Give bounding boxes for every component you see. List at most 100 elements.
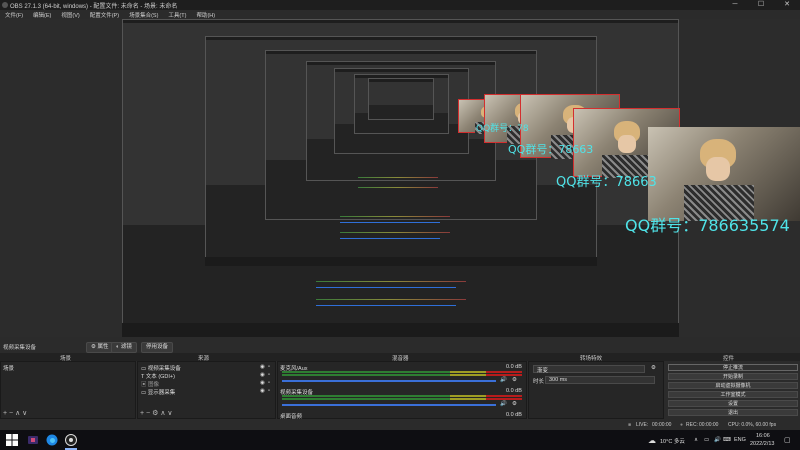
lock-icon[interactable]: ▫ — [268, 364, 270, 370]
add-scene-icon[interactable]: + — [3, 410, 7, 417]
filters-button[interactable]: ◐ 滤镜 — [111, 342, 137, 353]
volume-icon[interactable]: 🔊 — [714, 437, 721, 443]
move-down-icon[interactable]: ∨ — [167, 410, 172, 417]
volume-slider[interactable] — [282, 404, 496, 406]
mixer-channel-name: 桌面音频 — [280, 414, 303, 420]
scenes-toolbar: + − ∧ ∨ — [3, 409, 27, 417]
scene-item[interactable]: 场景 — [3, 364, 14, 372]
menu-file[interactable]: 文件(F) — [0, 10, 28, 19]
deactivate-device-button[interactable]: 停用设备 — [141, 342, 174, 353]
rec-time: 00:00:00 — [699, 422, 719, 428]
remove-source-icon[interactable]: − — [146, 410, 150, 417]
minimize-button[interactable]: ─ — [722, 0, 748, 10]
lock-icon[interactable]: ▫ — [268, 380, 270, 386]
remove-scene-icon[interactable]: − — [9, 410, 13, 417]
live-label: LIVE: — [636, 422, 649, 428]
overlay-text-nested-3: QQ群号：78663 — [508, 143, 594, 156]
sources-panel: ▭ 视频采集设备 T 文本 (GDI+) ▣ 图像 ▭ 显示器采集 ◉ ▫ ◉ … — [137, 361, 276, 419]
duration-label: 时长 — [533, 379, 545, 385]
source-item[interactable]: ▭ 显示器采集 — [141, 388, 175, 396]
keyboard-icon[interactable]: ⌨ — [723, 437, 731, 443]
nested-capture-frame-7 — [368, 78, 434, 120]
obs-taskbar-icon[interactable] — [65, 434, 77, 450]
source-item[interactable]: ▣ 图像 — [141, 380, 159, 388]
exit-button[interactable]: 退出 — [668, 409, 798, 416]
add-source-icon[interactable]: + — [140, 410, 144, 417]
rec-indicator-icon: ● — [680, 422, 684, 428]
move-up-icon[interactable]: ∧ — [160, 410, 165, 417]
clock-time[interactable]: 16:06 — [756, 433, 770, 439]
menu-help[interactable]: 帮助(H) — [191, 10, 220, 19]
gear-icon[interactable]: ⚙ — [512, 401, 517, 407]
network-icon[interactable]: ▭ — [704, 437, 709, 443]
tray-expand-icon[interactable]: ∧ — [694, 437, 698, 443]
visibility-eye-icon[interactable]: ◉ — [260, 372, 265, 378]
live-time: 00:00:00 — [652, 422, 672, 428]
weather-icon: ☁ — [648, 436, 656, 445]
clock-date[interactable]: 2022/2/13 — [750, 441, 774, 447]
duration-input[interactable]: 300 ms — [545, 376, 655, 384]
lock-icon[interactable]: ▫ — [268, 388, 270, 394]
scenes-panel: 场景 + − ∧ ∨ — [0, 361, 136, 419]
volume-meter — [282, 371, 522, 373]
speaker-icon[interactable]: 🔊 — [500, 401, 507, 407]
studio-mode-button[interactable]: 工作室模式 — [668, 391, 798, 398]
transitions-panel: 渐变 ⚙ 时长 300 ms — [528, 361, 664, 419]
visibility-eye-icon[interactable]: ◉ — [260, 388, 265, 394]
window-title: OBS 27.1.3 (64-bit, windows) - 配置文件: 未命名… — [10, 4, 178, 10]
window-controls: ─ ☐ ✕ — [722, 0, 800, 10]
volume-meter — [282, 374, 522, 376]
cpu-fps: CPU: 0.0%, 60.00 fps — [728, 422, 777, 428]
windows-taskbar: ☁ 10°C 多云 ∧ ▭ 🔊 ⌨ ENG 16:06 2022/2/13 ▢ — [0, 430, 800, 450]
filter-icon: ◐ — [116, 344, 120, 350]
properties-button[interactable]: ⚙ 属性 — [86, 342, 114, 353]
status-bar: ■ LIVE: 00:00:00 ● REC: 00:00:00 CPU: 0.… — [0, 421, 800, 429]
source-toolbar: 视频采集设备 ⚙ 属性 ◐ 滤镜 停用设备 — [0, 341, 800, 353]
mixer-channel-db: 0.0 dB — [506, 412, 522, 418]
menu-edit[interactable]: 编辑(E) — [28, 10, 56, 19]
source-item[interactable]: T 文本 (GDI+) — [141, 372, 175, 380]
preview-canvas[interactable]: QQ群号：78 QQ群号：78663 QQ群号：78663 QQ群号：78663… — [0, 19, 800, 337]
move-down-icon[interactable]: ∨ — [22, 410, 27, 417]
windows-start-icon[interactable] — [6, 434, 18, 446]
speaker-icon[interactable]: 🔊 — [500, 377, 507, 383]
source-item[interactable]: ▭ 视频采集设备 — [141, 364, 181, 372]
visibility-eye-icon[interactable]: ◉ — [260, 364, 265, 370]
transition-select[interactable]: 渐变 — [533, 365, 645, 374]
gear-icon[interactable]: ⚙ — [512, 377, 517, 383]
overlay-text-nested-4: QQ群号：78 — [476, 124, 529, 134]
sources-toolbar: + − ⚙ ∧ ∨ — [140, 409, 173, 417]
edge-browser-icon[interactable] — [46, 434, 58, 446]
settings-button[interactable]: 设置 — [668, 400, 798, 407]
weather-text[interactable]: 10°C 多云 — [660, 437, 685, 445]
visibility-eye-icon[interactable]: ◉ — [260, 380, 265, 386]
overlay-text: QQ群号：786635574 — [625, 216, 790, 235]
volume-meter — [282, 395, 522, 397]
controls-dock-title: 控件 — [723, 356, 735, 362]
live-indicator-icon: ■ — [628, 422, 632, 428]
start-recording-button[interactable]: 开始录制 — [668, 373, 798, 380]
maximize-button[interactable]: ☐ — [748, 0, 774, 10]
gear-icon[interactable]: ⚙ — [152, 410, 158, 417]
webcam-feed — [648, 127, 800, 221]
notification-icon[interactable]: ▢ — [784, 436, 791, 444]
mixer-channel-db: 0.0 dB — [506, 388, 522, 394]
mixer-channel-db: 0.0 dB — [506, 364, 522, 370]
menu-profile[interactable]: 配置文件(P) — [85, 10, 124, 19]
monitor-icon: ▭ — [141, 390, 147, 396]
move-up-icon[interactable]: ∧ — [15, 410, 20, 417]
video-app-icon[interactable] — [27, 434, 39, 446]
gear-icon[interactable]: ⚙ — [651, 365, 656, 371]
overlay-text-nested-2: QQ群号：78663 — [556, 175, 657, 190]
audio-mixer-panel: 麦克风/Aux 0.0 dB 🔊 ⚙ 视频采集设备 0.0 dB 🔊 ⚙ 桌面音… — [277, 361, 527, 420]
stop-streaming-button[interactable]: 停止推流 — [668, 364, 798, 371]
menu-scene-collection[interactable]: 场景集合(S) — [124, 10, 163, 19]
start-virtual-camera-button[interactable]: 启动虚拟摄像机 — [668, 382, 798, 389]
menu-tools[interactable]: 工具(T) — [163, 10, 191, 19]
volume-slider[interactable] — [282, 380, 496, 382]
lock-icon[interactable]: ▫ — [268, 372, 270, 378]
language-indicator[interactable]: ENG — [734, 437, 746, 443]
close-button[interactable]: ✕ — [774, 0, 800, 10]
menu-bar: 文件(F) 编辑(E) 视图(V) 配置文件(P) 场景集合(S) 工具(T) … — [0, 10, 800, 19]
menu-view[interactable]: 视图(V) — [56, 10, 84, 19]
